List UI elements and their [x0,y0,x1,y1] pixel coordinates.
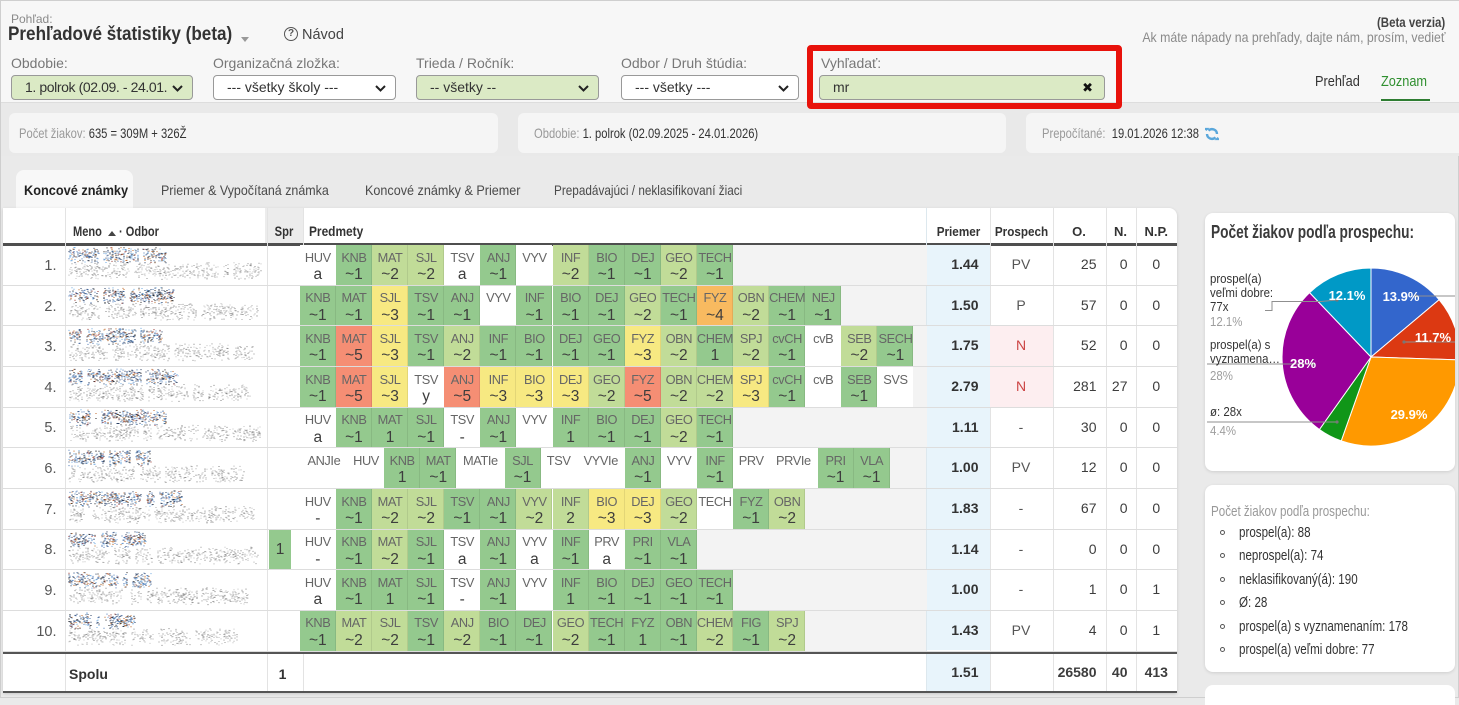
svg-text:12.1%: 12.1% [1329,288,1366,303]
svg-text:28%: 28% [1290,356,1316,371]
svg-text:29.9%: 29.9% [1391,407,1428,422]
svg-text:11.7%: 11.7% [1415,330,1452,345]
svg-text:13.9%: 13.9% [1383,289,1420,304]
